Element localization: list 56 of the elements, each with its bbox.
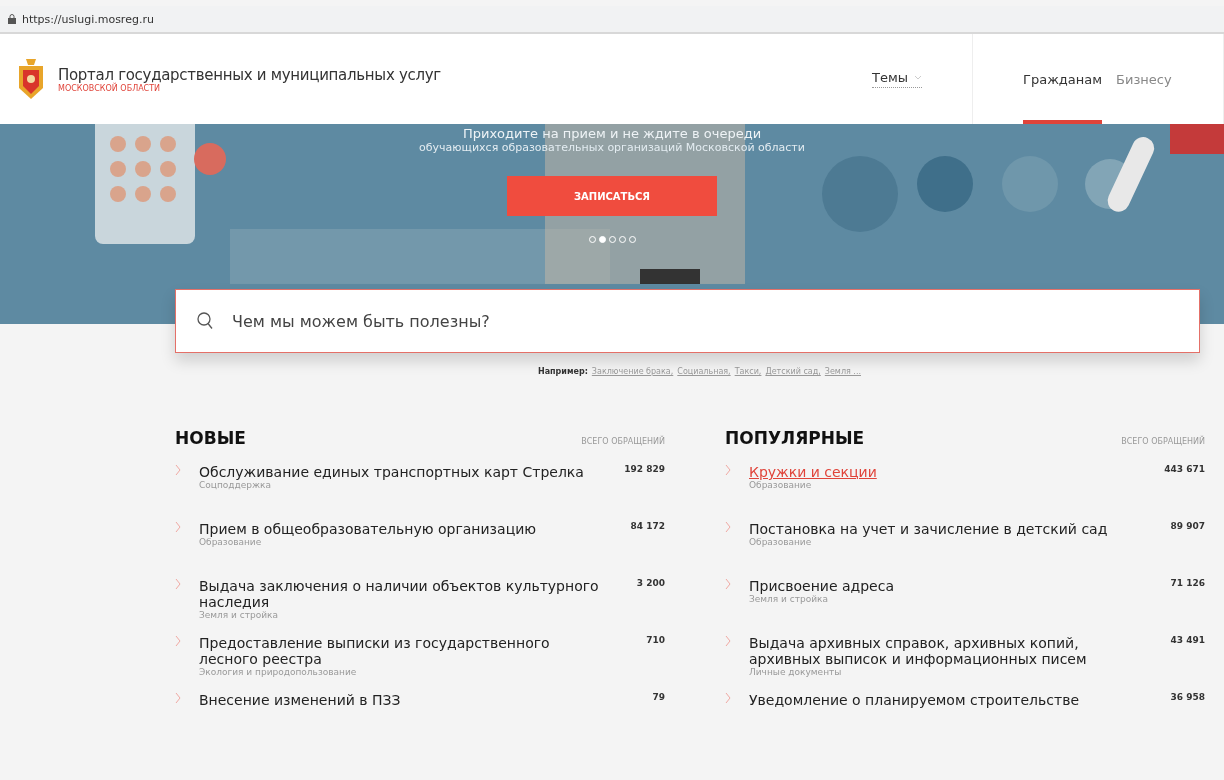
carousel-dot[interactable]: [598, 236, 606, 243]
request-count: 3 200: [635, 578, 665, 590]
banner-caption: обучающихся образовательных организаций Московской области: [419, 141, 805, 154]
request-count: 443 671: [1163, 464, 1205, 476]
service-category: Экология и природопользование: [199, 667, 357, 677]
search-field[interactable]: Чем мы можем быть полезны?: [175, 289, 1200, 353]
chevron-icon: [175, 578, 181, 590]
request-count: 84 172: [629, 521, 665, 533]
service-category: Соцподдержка: [199, 480, 272, 490]
chevron-icon: [725, 521, 731, 533]
banner-headline: Приходите на прием и не ждите в очереди: [462, 126, 762, 141]
audience-tab[interactable]: Бизнесу: [1116, 34, 1172, 124]
service-link[interactable]: Выдача заключения о наличии объектов культурного наследия: [199, 578, 605, 610]
topics-dropdown[interactable]: Темы: [872, 70, 922, 88]
service-link[interactable]: Постановка на учет и зачисление в детский сад: [749, 521, 1108, 537]
url-text[interactable]: https://uslugi.mosreg.ru: [22, 12, 154, 26]
request-count: 71 126: [1169, 578, 1205, 590]
caret-icon: [914, 75, 922, 80]
search-icon: [197, 312, 213, 330]
service-category: Образование: [749, 537, 812, 547]
count-heading: ВСЕГО ОБРАЩЕНИЙ: [581, 437, 665, 446]
signup-button[interactable]: ЗАПИСАТЬСЯ: [507, 176, 717, 216]
service-link[interactable]: Прием в общеобразовательную организацию: [199, 521, 537, 537]
service-link[interactable]: Предоставление выписки из государственного лесного реестра: [199, 635, 605, 667]
chevron-icon: [175, 692, 181, 704]
service-category: Личные документы: [749, 667, 842, 677]
service-category: Земля и стройка: [199, 610, 279, 620]
request-count: 192 829: [623, 464, 665, 476]
service-link[interactable]: Присвоение адреса: [749, 578, 894, 594]
request-count: 43 491: [1169, 635, 1205, 647]
request-count: 36 958: [1169, 692, 1205, 704]
service-link[interactable]: Выдача архивных справок, архивных копий, архивных выписок и информационных писем: [749, 635, 1145, 667]
examples-label: Например:: [538, 367, 588, 376]
service-category: Образование: [199, 537, 262, 547]
service-category: Земля и стройка: [749, 594, 829, 604]
chevron-icon: [725, 464, 731, 476]
request-count: 79: [651, 692, 665, 704]
service-link[interactable]: Внесение изменений в ПЗЗ: [199, 692, 401, 708]
service-link[interactable]: Кружки и секции: [749, 464, 877, 480]
chevron-icon: [725, 692, 731, 704]
request-count: 710: [645, 635, 665, 647]
service-link[interactable]: Уведомление о планируемом строительстве: [749, 692, 1080, 708]
coat-of-arms-icon: [16, 57, 46, 101]
lock-icon: [8, 14, 16, 24]
service-link[interactable]: Обслуживание единых транспортных карт Стрелка: [199, 464, 584, 480]
chevron-icon: [725, 578, 731, 590]
request-count: 89 907: [1169, 521, 1205, 533]
service-category: Образование: [749, 480, 812, 490]
portal-subtitle: МОСКОВСКОЙ ОБЛАСТИ: [58, 83, 161, 93]
chevron-icon: [175, 635, 181, 647]
section-heading: НОВЫЕ: [175, 428, 246, 448]
section-heading: ПОПУЛЯРНЫЕ: [725, 428, 865, 448]
chevron-icon: [175, 521, 181, 533]
chevron-icon: [175, 464, 181, 476]
count-heading: ВСЕГО ОБРАЩЕНИЙ: [1121, 437, 1205, 446]
chevron-icon: [725, 635, 731, 647]
